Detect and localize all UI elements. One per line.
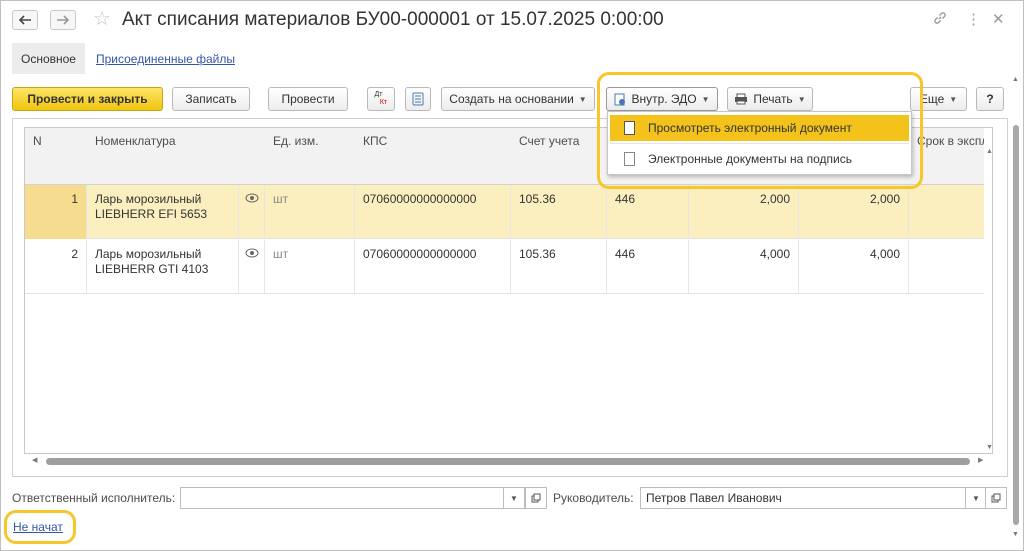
row-number: 1 <box>25 185 87 239</box>
scroll-down-icon[interactable]: ▼ <box>986 444 992 451</box>
link-icon[interactable] <box>932 10 948 32</box>
highlight-ring-status <box>4 510 76 544</box>
forward-button[interactable] <box>50 10 76 30</box>
column-header-kps[interactable]: КПС <box>355 128 513 185</box>
row-number: 2 <box>25 240 87 294</box>
column-header-account[interactable]: Счет учета <box>511 128 609 185</box>
view-eye-icon[interactable] <box>239 240 265 294</box>
row-qty2: 2,000 <box>799 185 909 239</box>
horizontal-scrollbar-thumb[interactable] <box>46 458 970 465</box>
back-arrow-icon <box>18 15 31 25</box>
row-qty1: 4,000 <box>689 240 799 294</box>
item-name: Ларь морозильный <box>95 192 202 206</box>
more-actions-label: Еще <box>919 92 945 106</box>
tab-attached-files[interactable]: Присоединенные файлы <box>96 52 235 66</box>
more-icon[interactable]: ⋮ <box>966 10 981 30</box>
kt-label: Кт <box>379 99 388 106</box>
back-button[interactable] <box>12 10 38 30</box>
table-row[interactable]: 2 Ларь морозильный LIEBHERR GTI 4103 шт … <box>25 240 992 294</box>
calculator-icon <box>412 92 424 106</box>
save-button[interactable]: Записать <box>172 87 250 111</box>
create-based-on-label: Создать на основании <box>449 92 574 106</box>
row-unit: шт <box>265 240 355 294</box>
view-eye-icon[interactable] <box>239 185 265 239</box>
open-icon <box>991 493 1001 503</box>
manager-dropdown-button[interactable]: ▼ <box>965 487 987 509</box>
manager-label: Руководитель: <box>553 491 634 505</box>
table-row[interactable]: 1 Ларь морозильный LIEBHERR EFI 5653 шт … <box>25 185 992 239</box>
row-unit: шт <box>265 185 355 239</box>
row-kps: 07060000000000000 <box>355 185 511 239</box>
chevron-down-icon: ▼ <box>578 94 587 104</box>
forward-arrow-icon <box>57 15 70 25</box>
help-button[interactable]: ? <box>976 87 1004 111</box>
responsible-field[interactable] <box>180 487 504 509</box>
manager-open-button[interactable] <box>985 487 1007 509</box>
column-header-n[interactable]: N <box>25 128 89 185</box>
row-code: 446 <box>607 185 689 239</box>
favorite-star-icon[interactable]: ☆ <box>93 8 111 30</box>
window-scroll-up-icon[interactable]: ▲ <box>1012 76 1019 83</box>
item-model: LIEBHERR EFI 5653 <box>95 207 208 221</box>
row-account: 105.36 <box>511 240 607 294</box>
window-scrollbar-thumb[interactable] <box>1013 125 1019 525</box>
post-and-close-button[interactable]: Провести и закрыть <box>12 87 163 111</box>
dt-label: Дт <box>374 91 383 98</box>
responsible-open-button[interactable] <box>525 487 547 509</box>
scroll-right-icon[interactable]: ▶ <box>978 456 983 464</box>
tab-main[interactable]: Основное <box>12 43 85 74</box>
row-nomenclature: Ларь морозильный LIEBHERR EFI 5653 <box>87 185 239 239</box>
row-code: 446 <box>607 240 689 294</box>
chevron-down-icon: ▼ <box>949 94 958 104</box>
close-icon[interactable]: ✕ <box>992 10 1005 30</box>
create-based-on-button[interactable]: Создать на основании ▼ <box>441 87 595 111</box>
calculator-button[interactable] <box>405 87 431 111</box>
column-header-unit[interactable]: Ед. изм. <box>265 128 357 185</box>
responsible-label: Ответственный исполнитель: <box>12 491 176 505</box>
manager-field[interactable]: Петров Павел Иванович <box>640 487 966 509</box>
row-qty1: 2,000 <box>689 185 799 239</box>
highlight-ring-edo <box>597 72 923 189</box>
open-icon <box>531 493 541 503</box>
scroll-left-icon[interactable]: ◀ <box>32 456 37 464</box>
row-account: 105.36 <box>511 185 607 239</box>
window-title: Акт списания материалов БУ00-000001 от 1… <box>122 9 664 30</box>
responsible-dropdown-button[interactable]: ▼ <box>503 487 525 509</box>
post-button[interactable]: Провести <box>268 87 348 111</box>
row-nomenclature: Ларь морозильный LIEBHERR GTI 4103 <box>87 240 239 294</box>
window-scroll-down-icon[interactable]: ▼ <box>1012 531 1019 538</box>
row-kps: 07060000000000000 <box>355 240 511 294</box>
scroll-up-icon[interactable]: ▲ <box>986 148 992 155</box>
dt-kt-button[interactable]: Дт Кт <box>367 87 395 111</box>
column-header-nomenclature[interactable]: Номенклатура <box>87 128 241 185</box>
item-model: LIEBHERR GTI 4103 <box>95 262 209 276</box>
row-qty2: 4,000 <box>799 240 909 294</box>
item-name: Ларь морозильный <box>95 247 202 261</box>
table-vertical-scrollbar[interactable]: ▲ ▼ <box>984 128 992 453</box>
column-header-icon[interactable] <box>239 128 267 185</box>
